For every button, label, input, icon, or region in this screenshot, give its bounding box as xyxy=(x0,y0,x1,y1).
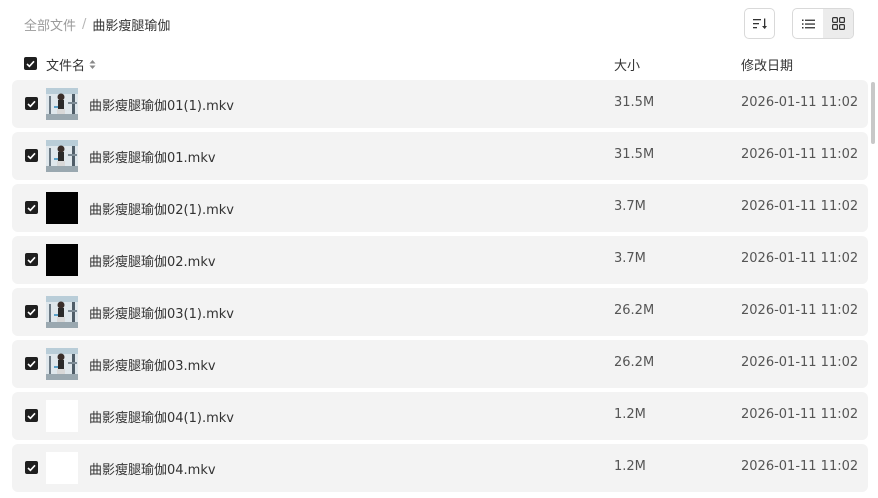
breadcrumb: 全部文件 / 曲影瘦腿瑜伽 xyxy=(24,15,170,34)
file-size: 31.5M xyxy=(614,147,655,162)
check-icon xyxy=(27,152,36,159)
file-thumbnail xyxy=(46,400,78,432)
file-name[interactable]: 曲影瘦腿瑜伽02.mkv xyxy=(89,251,216,270)
grid-view-icon xyxy=(831,17,845,30)
file-modified-date: 2026-01-11 11:02 xyxy=(741,407,859,422)
column-header-date[interactable]: 修改日期 xyxy=(741,55,793,74)
row-checkbox[interactable] xyxy=(25,305,38,318)
file-thumbnail xyxy=(46,348,78,380)
check-icon xyxy=(27,308,36,315)
list-view-icon xyxy=(801,19,815,28)
file-row[interactable]: 曲影瘦腿瑜伽01(1).mkv 31.5M 2026-01-11 11:02 xyxy=(12,80,868,128)
file-name[interactable]: 曲影瘦腿瑜伽01.mkv xyxy=(89,147,216,166)
file-name[interactable]: 曲影瘦腿瑜伽01(1).mkv xyxy=(89,95,234,114)
table-header: 文件名 大小 修改日期 xyxy=(0,52,878,76)
file-thumbnail xyxy=(46,140,78,172)
row-checkbox[interactable] xyxy=(25,253,38,266)
file-size: 26.2M xyxy=(614,303,655,318)
file-size: 26.2M xyxy=(614,355,655,370)
breadcrumb-separator: / xyxy=(82,17,87,32)
file-modified-date: 2026-01-11 11:02 xyxy=(741,251,859,266)
file-modified-date: 2026-01-11 11:02 xyxy=(741,95,859,110)
row-checkbox[interactable] xyxy=(25,149,38,162)
file-row[interactable]: 曲影瘦腿瑜伽03(1).mkv 26.2M 2026-01-11 11:02 xyxy=(12,288,868,336)
file-name[interactable]: 曲影瘦腿瑜伽02(1).mkv xyxy=(89,199,234,218)
file-row[interactable]: 曲影瘦腿瑜伽02(1).mkv 3.7M 2026-01-11 11:02 xyxy=(12,184,868,232)
file-modified-date: 2026-01-11 11:02 xyxy=(741,355,859,370)
check-icon xyxy=(27,256,36,263)
sort-toggle-icon xyxy=(89,59,96,70)
file-name[interactable]: 曲影瘦腿瑜伽03.mkv xyxy=(89,355,216,374)
file-modified-date: 2026-01-11 11:02 xyxy=(741,303,859,318)
file-name[interactable]: 曲影瘦腿瑜伽04(1).mkv xyxy=(89,407,234,426)
file-name[interactable]: 曲影瘦腿瑜伽04.mkv xyxy=(89,459,216,478)
column-header-name[interactable]: 文件名 xyxy=(46,55,96,74)
sort-icon xyxy=(752,18,767,29)
view-toggle xyxy=(792,8,854,39)
row-checkbox[interactable] xyxy=(25,461,38,474)
row-checkbox[interactable] xyxy=(25,201,38,214)
file-row[interactable]: 曲影瘦腿瑜伽02.mkv 3.7M 2026-01-11 11:02 xyxy=(12,236,868,284)
row-checkbox[interactable] xyxy=(25,409,38,422)
row-checkbox[interactable] xyxy=(25,357,38,370)
file-row[interactable]: 曲影瘦腿瑜伽01.mkv 31.5M 2026-01-11 11:02 xyxy=(12,132,868,180)
check-icon xyxy=(27,360,36,367)
sort-button[interactable] xyxy=(744,8,775,39)
file-row[interactable]: 曲影瘦腿瑜伽04.mkv 1.2M 2026-01-11 11:02 xyxy=(12,444,868,492)
file-modified-date: 2026-01-11 11:02 xyxy=(741,459,859,474)
check-icon xyxy=(27,100,36,107)
file-size: 31.5M xyxy=(614,95,655,110)
file-thumbnail xyxy=(46,296,78,328)
grid-view-button[interactable] xyxy=(823,9,853,38)
file-modified-date: 2026-01-11 11:02 xyxy=(741,199,859,214)
check-icon xyxy=(27,464,36,471)
file-row[interactable]: 曲影瘦腿瑜伽03.mkv 26.2M 2026-01-11 11:02 xyxy=(12,340,868,388)
file-size: 1.2M xyxy=(614,407,646,422)
file-size: 1.2M xyxy=(614,459,646,474)
breadcrumb-current: 曲影瘦腿瑜伽 xyxy=(92,19,171,34)
file-row[interactable]: 曲影瘦腿瑜伽04(1).mkv 1.2M 2026-01-11 11:02 xyxy=(12,392,868,440)
check-icon xyxy=(27,204,36,211)
check-icon xyxy=(27,412,36,419)
file-size: 3.7M xyxy=(614,251,646,266)
select-all-checkbox[interactable] xyxy=(24,57,37,70)
file-thumbnail xyxy=(46,88,78,120)
file-thumbnail xyxy=(46,244,78,276)
column-header-name-label: 文件名 xyxy=(46,59,86,74)
top-bar: 全部文件 / 曲影瘦腿瑜伽 xyxy=(0,0,878,48)
breadcrumb-root[interactable]: 全部文件 xyxy=(24,15,76,34)
column-header-size[interactable]: 大小 xyxy=(614,55,640,74)
list-view-button[interactable] xyxy=(793,9,823,38)
check-icon xyxy=(26,60,35,67)
file-modified-date: 2026-01-11 11:02 xyxy=(741,147,859,162)
file-thumbnail xyxy=(46,192,78,224)
row-checkbox[interactable] xyxy=(25,97,38,110)
file-thumbnail xyxy=(46,452,78,484)
file-size: 3.7M xyxy=(614,199,646,214)
file-name[interactable]: 曲影瘦腿瑜伽03(1).mkv xyxy=(89,303,234,322)
scrollbar[interactable] xyxy=(871,82,875,144)
